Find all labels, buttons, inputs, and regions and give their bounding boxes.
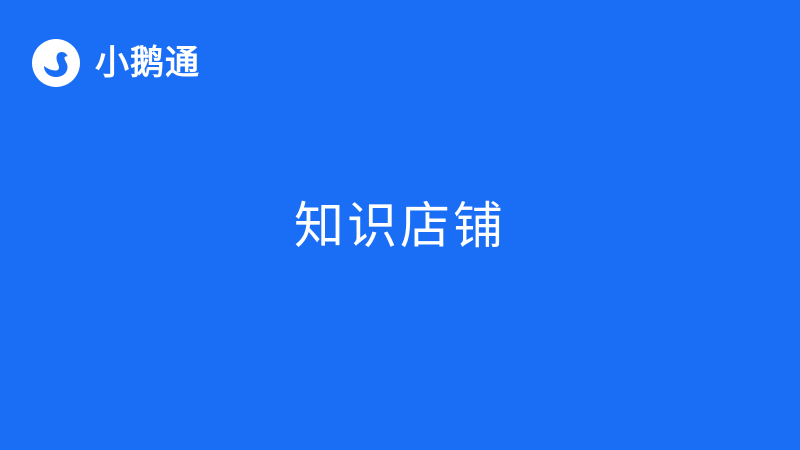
goose-logo-icon bbox=[31, 38, 81, 88]
brand-name: 小鹅通 bbox=[95, 43, 200, 83]
page-title: 知识店铺 bbox=[294, 197, 506, 255]
cover-canvas: 小鹅通 知识店铺 bbox=[0, 0, 800, 450]
brand-logo: 小鹅通 bbox=[31, 37, 200, 89]
